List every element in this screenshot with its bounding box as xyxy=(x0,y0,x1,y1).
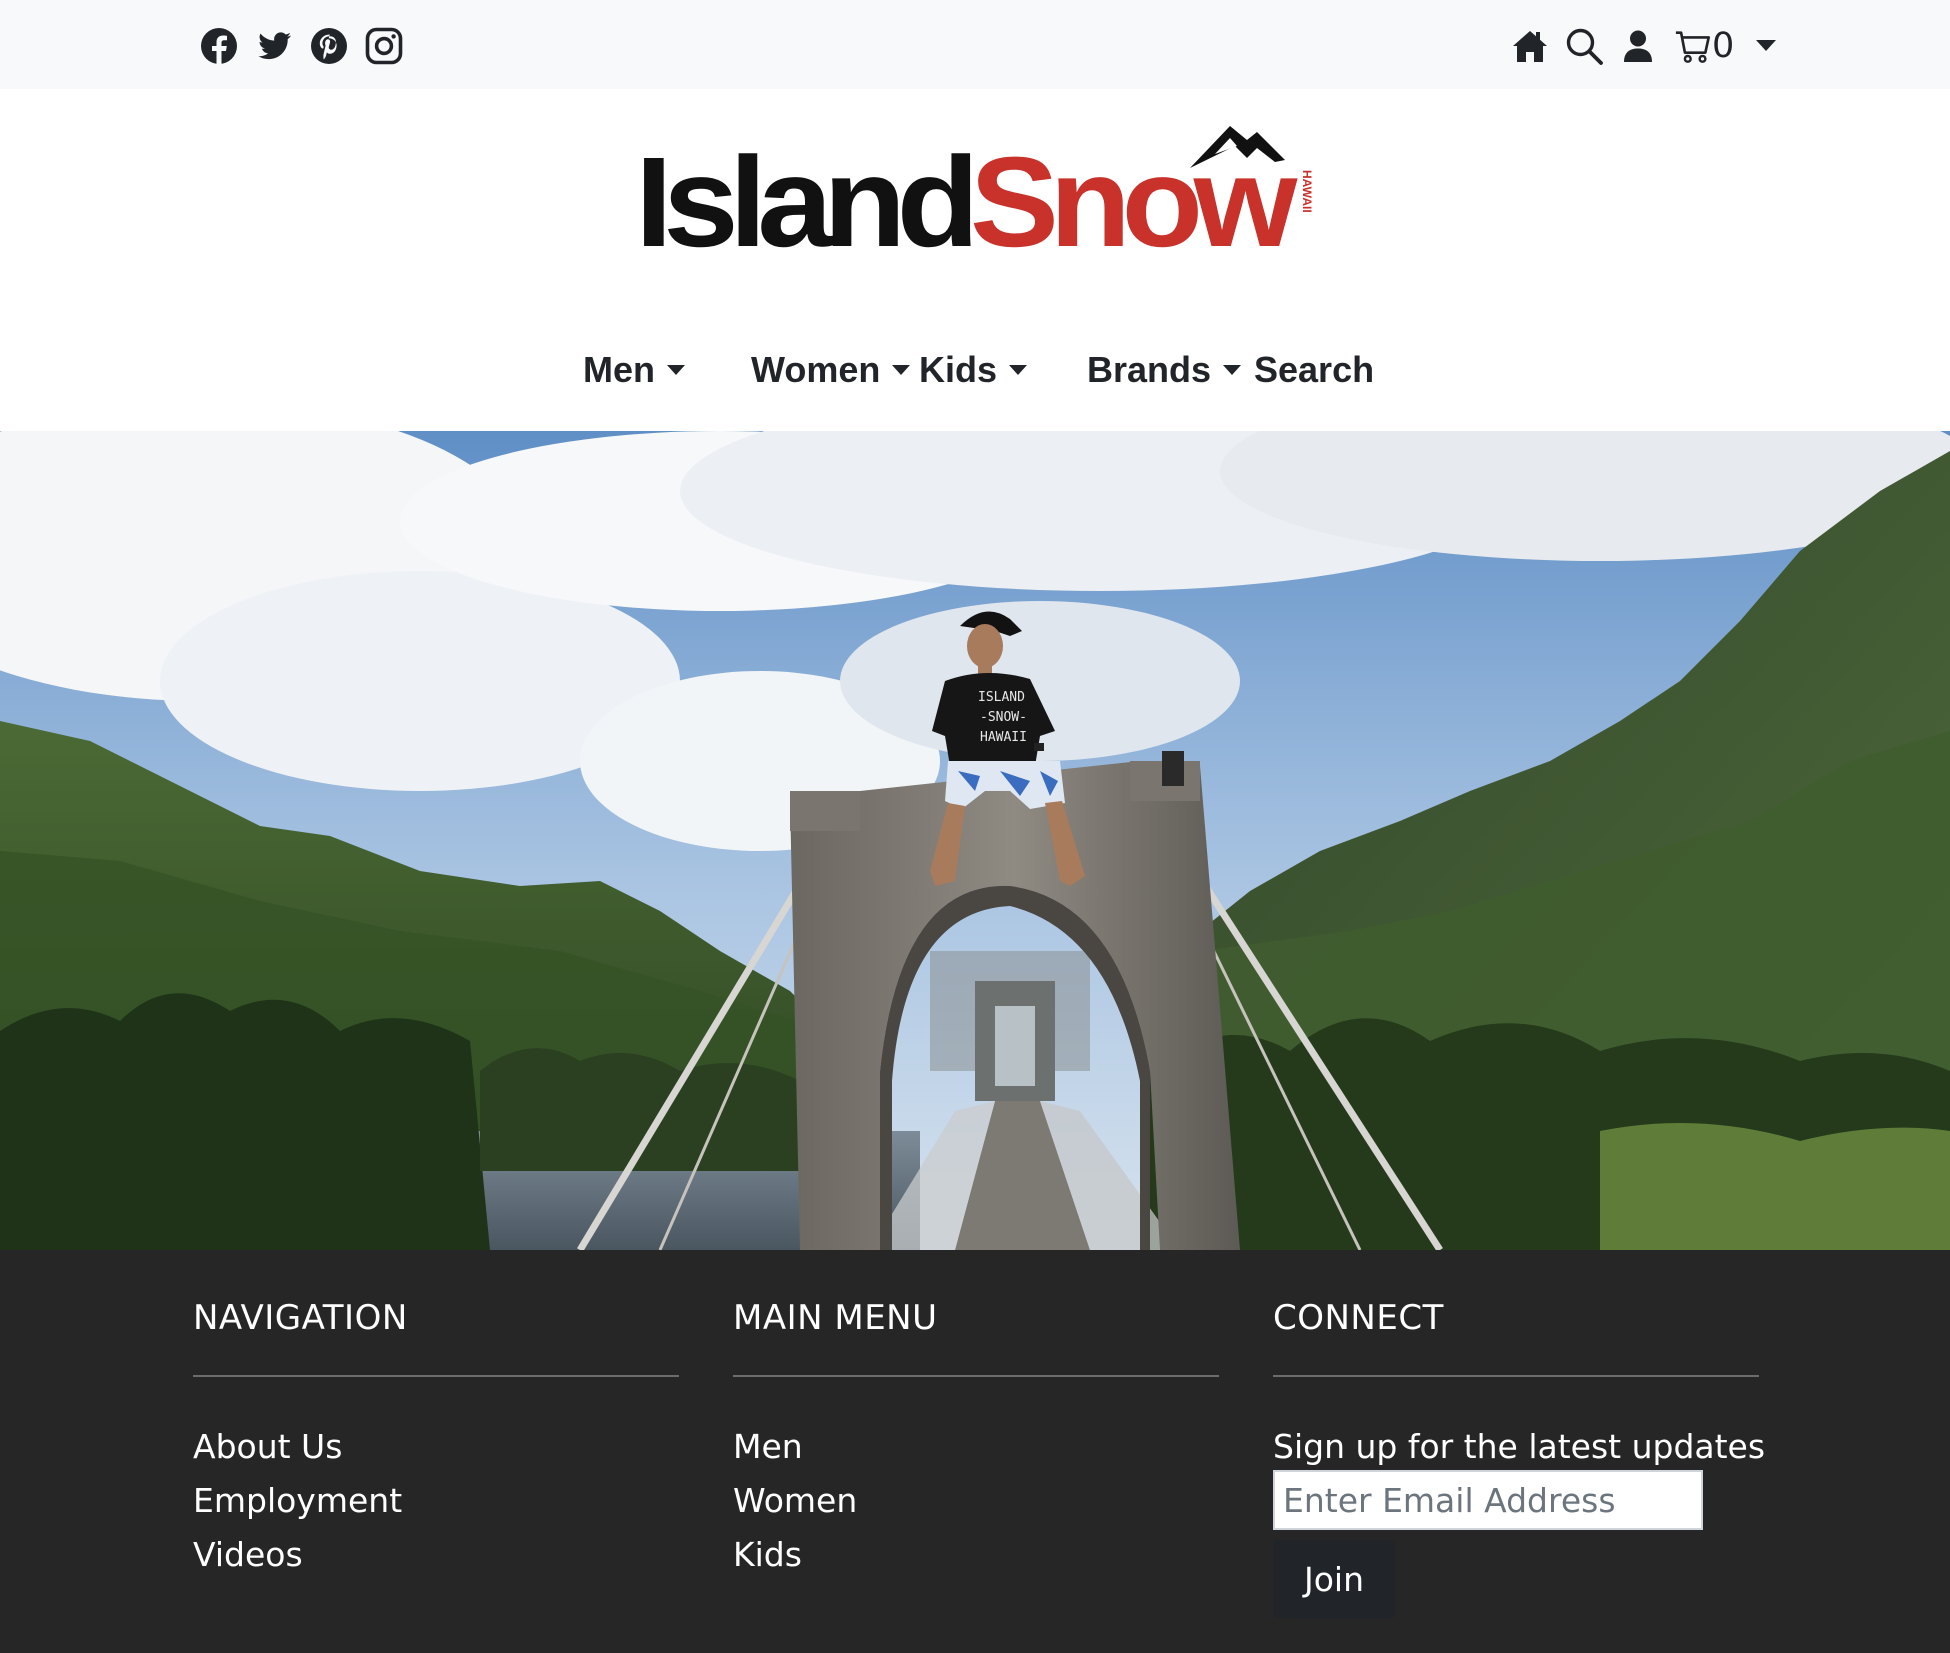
footer-heading-main-menu: MAIN MENU xyxy=(733,1298,938,1338)
utility-nav: 0 xyxy=(1510,24,1777,68)
footer-divider xyxy=(193,1375,679,1377)
footer-divider xyxy=(733,1375,1219,1377)
site-footer: NAVIGATION About Us Employment Videos MA… xyxy=(0,1250,1950,1653)
hero-image: ISLAND -SNOW- HAWAII xyxy=(0,431,1950,1250)
main-nav: Men Women Kids Brands Search xyxy=(0,340,1950,400)
twitter-icon[interactable] xyxy=(254,26,294,66)
footer-link-women[interactable]: Women xyxy=(733,1474,857,1528)
search-icon[interactable] xyxy=(1564,26,1604,66)
cart-icon xyxy=(1675,31,1711,63)
logo-word-island: Island xyxy=(635,131,971,258)
nav-item-men[interactable]: Men xyxy=(583,340,685,400)
footer-divider xyxy=(1273,1375,1759,1377)
newsletter-join-button[interactable]: Join xyxy=(1273,1540,1395,1618)
footer-heading-connect: CONNECT xyxy=(1273,1298,1444,1338)
pinterest-icon[interactable] xyxy=(309,26,349,66)
shirt-line-3: HAWAII xyxy=(980,730,1027,745)
caret-down-icon xyxy=(667,365,685,375)
caret-down-icon xyxy=(892,365,911,375)
home-icon[interactable] xyxy=(1510,26,1550,66)
site-logo[interactable]: Island Snow HAWAII xyxy=(635,118,1315,258)
facebook-icon[interactable] xyxy=(199,26,239,66)
nav-item-label: Men xyxy=(583,349,655,390)
cart-button[interactable]: 0 xyxy=(1674,26,1734,66)
footer-link-kids[interactable]: Kids xyxy=(733,1528,857,1582)
user-icon[interactable] xyxy=(1618,26,1658,66)
instagram-icon[interactable] xyxy=(364,26,404,66)
social-links xyxy=(199,26,404,66)
nav-item-label: Kids xyxy=(919,349,998,390)
footer-main-menu-links: Men Women Kids xyxy=(733,1420,857,1582)
footer-link-employment[interactable]: Employment xyxy=(193,1474,402,1528)
newsletter-signup-text: Sign up for the latest updates xyxy=(1273,1427,1766,1466)
caret-down-icon xyxy=(1009,365,1028,375)
footer-link-about-us[interactable]: About Us xyxy=(193,1420,402,1474)
shirt-line-1: ISLAND xyxy=(978,690,1025,705)
footer-link-videos[interactable]: Videos xyxy=(193,1528,402,1582)
nav-item-search[interactable]: Search xyxy=(1254,340,1374,400)
shirt-line-2: -SNOW- xyxy=(980,710,1027,725)
nav-item-women[interactable]: Women xyxy=(751,340,911,400)
logo-word-snow: Snow xyxy=(970,131,1298,258)
footer-heading-navigation: NAVIGATION xyxy=(193,1298,408,1338)
cart-count: 0 xyxy=(1712,26,1735,66)
newsletter-email-input[interactable] xyxy=(1273,1470,1703,1530)
logo-tag: HAWAII xyxy=(1300,170,1314,213)
chevron-down-icon[interactable] xyxy=(1756,40,1777,52)
footer-link-men[interactable]: Men xyxy=(733,1420,857,1474)
footer-navigation-links: About Us Employment Videos xyxy=(193,1420,402,1582)
caret-down-icon xyxy=(1223,365,1242,375)
nav-item-kids[interactable]: Kids xyxy=(919,340,1028,400)
nav-item-label: Women xyxy=(751,349,881,390)
top-utility-bar: 0 xyxy=(0,0,1950,89)
island-snow-logo: Island Snow HAWAII xyxy=(635,126,1314,258)
nav-item-brands[interactable]: Brands xyxy=(1087,340,1242,400)
nav-item-label: Brands xyxy=(1087,349,1212,390)
nav-item-label: Search xyxy=(1254,349,1375,390)
